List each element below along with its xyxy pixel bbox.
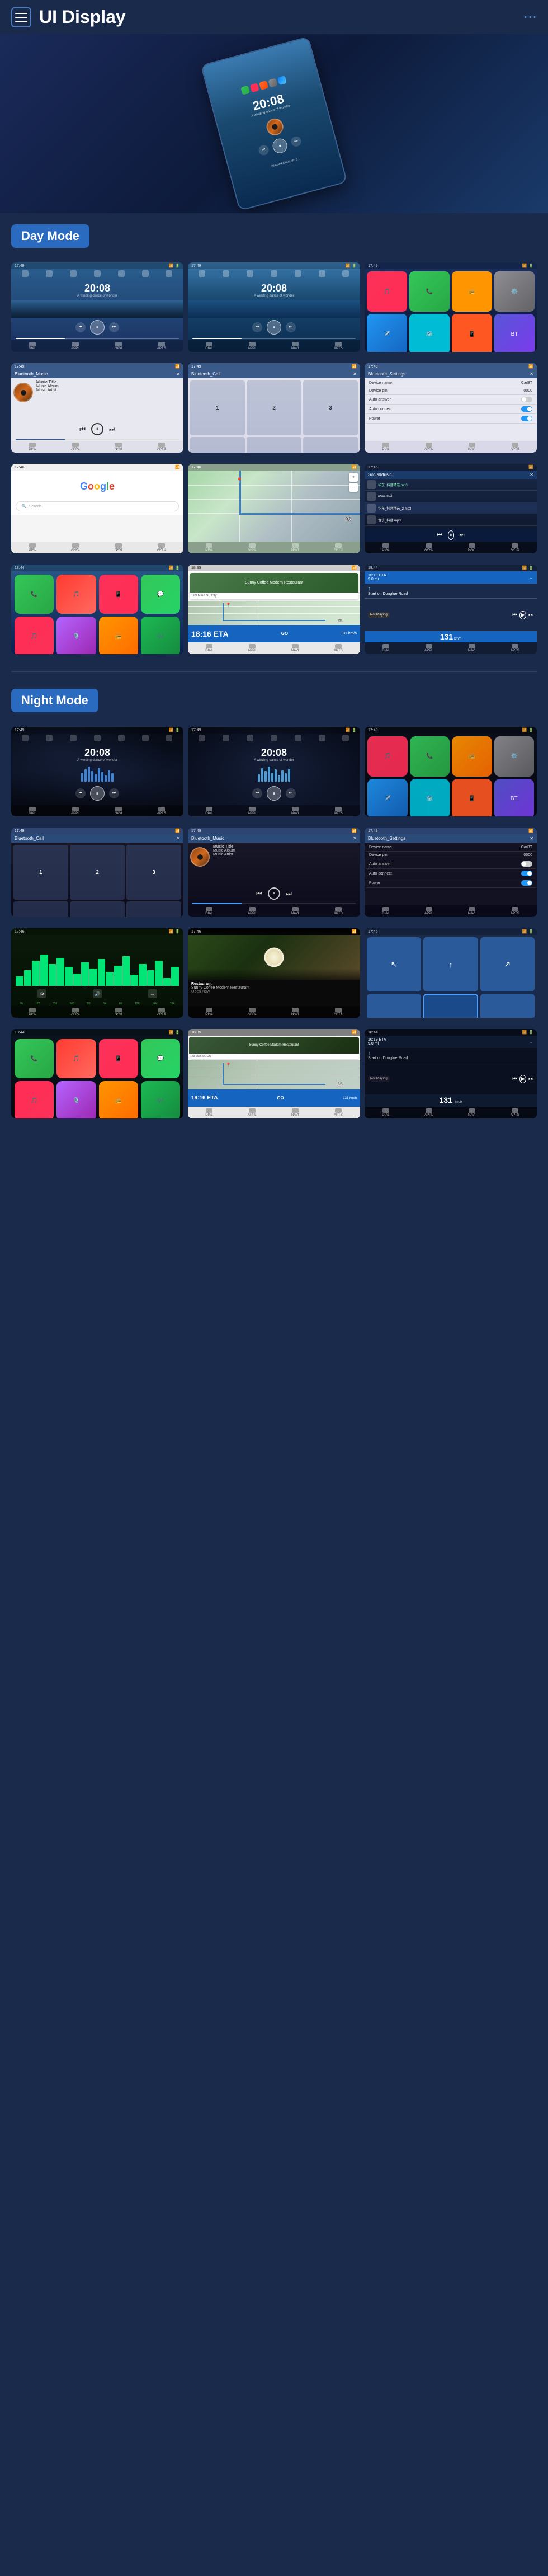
nav-bar: DIAL APPL NAVI APTS xyxy=(11,340,183,352)
night-restaurant-screen: 18:35 📶 Sunny Coffee Modern Restaurant 1… xyxy=(188,1029,360,1118)
app-icon-4[interactable]: 📱 xyxy=(452,314,492,352)
hero-section: 20:08 A winding dance of wonder ⏮ ⏸ ⏭ DI… xyxy=(0,34,548,213)
page-header: UI Display ⋯ xyxy=(0,0,548,34)
day-map-screen: 17:46 📶 📍 🏁 + − xyxy=(188,464,360,553)
day-music-screen-2: 17:49 📶🔋 20:08 A winding dance of wonder… xyxy=(188,262,360,352)
night-food-screen: 17:46 📶 Restaurant Sunny Coffee Modern R… xyxy=(188,928,360,1018)
day-app-grid-screen: 17:49 📶🔋 🎵 📞 📻 ⚙️ ✈️ 🗺️ 📱 BT 🌐 📷 📡 💬 xyxy=(365,262,537,352)
night-bt-settings-screen: 17:49 📶 Bluetooth_Settings ✕ Device name… xyxy=(365,828,537,917)
night-music-screen-1: 17:49 📶🔋 20:08 A winding dance of wonder xyxy=(11,727,183,816)
app-icon-waze[interactable]: 🗺️ xyxy=(409,314,450,352)
app-icon-radio[interactable]: 📻 xyxy=(452,271,492,312)
bottom-spacer xyxy=(0,1130,548,1152)
night-screenshots-row1: 17:49 📶🔋 20:08 A winding dance of wonder xyxy=(0,727,548,828)
night-screenshots-row3: 17:46 📶🔋 xyxy=(0,928,548,1029)
night-arrow-nav-screen: 17:46 📶🔋 ↖ ↑ ↗ ← OK → ↙ ↓ ↘ DIAL xyxy=(365,928,537,1018)
apps-grid: 🎵 📞 📻 ⚙️ ✈️ 🗺️ 📱 BT 🌐 📷 📡 💬 xyxy=(365,269,537,352)
go-button[interactable]: GO xyxy=(268,629,301,638)
app-icon-phone[interactable]: 📞 xyxy=(409,271,450,312)
day-app-icons-screen: 18:44 📶🔋 📞 🎵 📱 💬 🎵 🎙️ 📻 🎶 xyxy=(11,565,183,654)
app-icon-telegram[interactable]: ✈️ xyxy=(367,314,407,352)
status-bar: 17:49 📶🔋 xyxy=(11,262,183,269)
day-turn-screen: 18:44 📶🔋 10:19 ETA 9.0 mi → ↑ Start on D… xyxy=(365,565,537,654)
night-screenshots-row4: 18:44 📶🔋 📞 🎵 📱 💬 🎵 🎙️ 📻 🎶 DIAL xyxy=(0,1029,548,1130)
app-icon-music[interactable]: 🎵 xyxy=(367,271,407,312)
day-bt-settings-screen: 17:49 📶 Bluetooth_Settings ✕ Device name… xyxy=(365,363,537,453)
day-screenshots-row4: 18:44 📶🔋 📞 🎵 📱 💬 🎵 🎙️ 📻 🎶 xyxy=(0,565,548,665)
day-bt-call-screen: 17:49 📶 Bluetooth_Call ✕ 1 2 3 4 5 6 7 8… xyxy=(188,363,360,453)
night-bt-music-screen: 17:49 📶 Bluetooth_Music ✕ Music Title Mu… xyxy=(188,828,360,917)
google-search-bar[interactable]: 🔍 Search... xyxy=(16,501,179,511)
night-screenshots-row2: 17:49 📶 Bluetooth_Call ✕ 1 2 3 4 5 6 7 8… xyxy=(0,828,548,928)
day-mode-badge: Day Mode xyxy=(11,224,89,248)
progress-bar xyxy=(283,156,284,157)
day-bt-music-screen: 17:49 📶 Bluetooth_Music ✕ Music Title Mu… xyxy=(11,363,183,453)
day-music-screen-1: 17:49 📶🔋 20:08 A winding dance of wonder xyxy=(11,262,183,352)
eq-display xyxy=(13,953,181,987)
section-divider xyxy=(11,671,537,672)
night-turn-screen: 18:44 📶🔋 10:19 ETA 9.0 mi → ↑ Start on D… xyxy=(365,1029,537,1118)
day-google-screen: 17:46 📶 Google 🔍 Search... DIAL APPL NAV… xyxy=(11,464,183,553)
night-app-icons-screen: 18:44 📶🔋 📞 🎵 📱 💬 🎵 🎙️ 📻 🎶 DIAL xyxy=(11,1029,183,1118)
app-icon-bt[interactable]: BT xyxy=(494,314,535,352)
hero-tablet: 20:08 A winding dance of wonder ⏮ ⏸ ⏭ DI… xyxy=(200,36,347,211)
next-btn[interactable]: ⏭ xyxy=(290,135,303,148)
go-button-night[interactable]: GO xyxy=(263,1093,297,1103)
night-mode-section: Night Mode xyxy=(0,678,548,727)
prev-btn[interactable]: ⏮ xyxy=(258,144,270,156)
menu-dots-icon[interactable]: ⋯ xyxy=(523,9,537,25)
night-mode-badge: Night Mode xyxy=(11,689,98,712)
day-mode-section: Day Mode xyxy=(0,213,548,262)
day-restaurant-screen: 18:35 📶 Sunny Coffee Modern Restaurant 1… xyxy=(188,565,360,654)
night-eq-screen: 17:46 📶🔋 xyxy=(11,928,183,1018)
night-music-screen-2: 17:49 📶🔋 20:08 A winding dance of wonder xyxy=(188,727,360,816)
app-icon-settings[interactable]: ⚙️ xyxy=(494,271,535,312)
page-title: UI Display xyxy=(39,7,126,27)
header-left: UI Display xyxy=(11,7,126,27)
tablet-screen: 20:08 A winding dance of wonder ⏮ ⏸ ⏭ DI… xyxy=(202,37,346,210)
day-screenshots-row1: 17:49 📶🔋 20:08 A winding dance of wonder xyxy=(0,262,548,363)
day-screenshots-row3: 17:46 📶 Google 🔍 Search... DIAL APPL NAV… xyxy=(0,464,548,565)
pause-btn[interactable]: ⏸ xyxy=(271,137,289,155)
day-screenshots-row2: 17:49 📶 Bluetooth_Music ✕ Music Title Mu… xyxy=(0,363,548,464)
day-social-music-screen: 17:46 📶 SocialMusic ✕ 华东_抖音精选.mp3 xxxx.m… xyxy=(365,464,537,553)
night-app-grid-screen: 17:49 📶🔋 🎵 📞 📻 ⚙️ ✈️ 🗺️ 📱 BT 🌐 📷 📡 💬 xyxy=(365,727,537,816)
hamburger-icon[interactable] xyxy=(11,7,31,27)
google-logo: Google xyxy=(11,475,183,498)
night-bt-call-screen: 17:49 📶 Bluetooth_Call ✕ 1 2 3 4 5 6 7 8… xyxy=(11,828,183,917)
